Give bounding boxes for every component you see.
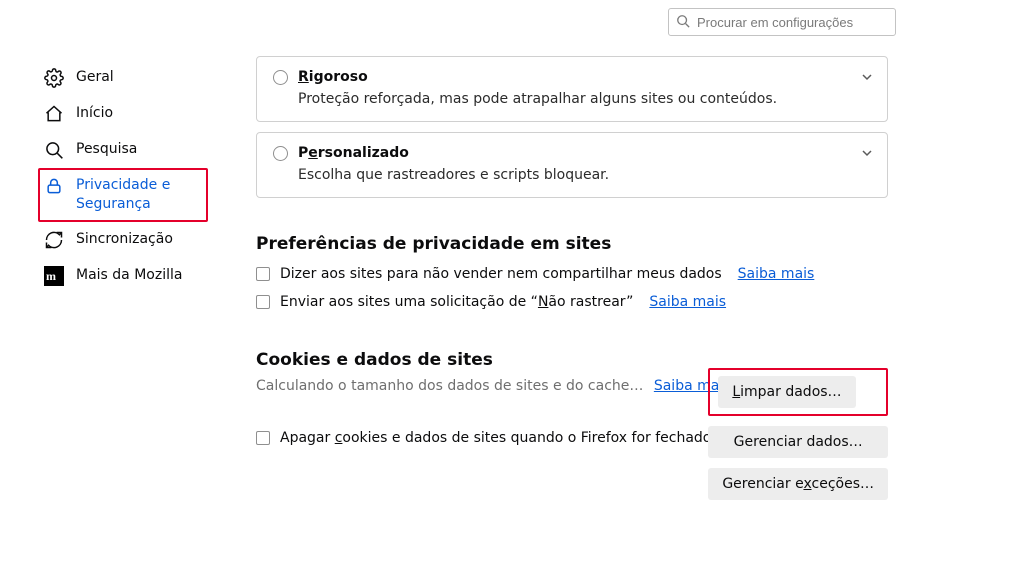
home-icon	[44, 104, 64, 124]
sidebar-item-label: Início	[76, 104, 113, 123]
search-icon	[676, 14, 690, 28]
radio-icon[interactable]	[273, 70, 288, 85]
sidebar-item-home[interactable]: Início	[38, 96, 208, 132]
mozilla-icon: m	[44, 266, 64, 286]
gear-icon	[44, 68, 64, 88]
checkbox[interactable]	[256, 267, 270, 281]
do-not-sell-row: Dizer aos sites para não vender nem comp…	[256, 266, 888, 282]
manage-data-button[interactable]: Gerenciar dados…	[708, 426, 888, 458]
svg-text:m: m	[46, 269, 56, 283]
lock-icon	[44, 176, 64, 196]
do-not-track-row: Enviar aos sites uma solicitação de “Não…	[256, 294, 888, 310]
checkbox-label: Enviar aos sites uma solicitação de “Não…	[280, 294, 633, 310]
section-heading: Cookies e dados de sites	[256, 350, 888, 370]
clear-data-highlight: Limpar dados…	[708, 368, 888, 416]
search-icon	[44, 140, 64, 160]
sidebar-item-search[interactable]: Pesquisa	[38, 132, 208, 168]
manage-exceptions-button[interactable]: Gerenciar exceções…	[708, 468, 888, 500]
sidebar-item-privacy[interactable]: Privacidade e Segurança	[38, 168, 208, 222]
sidebar-item-label: Mais da Mozilla	[76, 266, 182, 285]
cookies-section: Cookies e dados de sites Calculando o ta…	[256, 350, 888, 446]
option-description: Escolha que rastreadores e scripts bloqu…	[298, 167, 871, 183]
checkbox[interactable]	[256, 295, 270, 309]
sidebar-item-label: Sincronização	[76, 230, 173, 249]
sidebar-item-label: Privacidade e Segurança	[76, 176, 202, 214]
sidebar-item-label: Geral	[76, 68, 114, 87]
sync-icon	[44, 230, 64, 250]
checkbox-label: Dizer aos sites para não vender nem comp…	[280, 266, 722, 282]
radio-icon[interactable]	[273, 146, 288, 161]
search-input[interactable]	[668, 8, 896, 36]
option-title: Rigoroso	[298, 69, 368, 85]
checkbox-label: Apagar cookies e dados de sites quando o…	[280, 430, 711, 446]
sidebar-item-more-mozilla[interactable]: m Mais da Mozilla	[38, 258, 208, 294]
learn-more-link[interactable]: Saiba mais	[738, 266, 815, 282]
tracking-option-custom[interactable]: Personalizado Escolha que rastreadores e…	[256, 132, 888, 198]
learn-more-link[interactable]: Saiba mais	[649, 294, 726, 310]
settings-content: Rigoroso Proteção reforçada, mas pode at…	[256, 56, 888, 458]
section-heading: Preferências de privacidade em sites	[256, 234, 888, 254]
option-description: Proteção reforçada, mas pode atrapalhar …	[298, 91, 871, 107]
sidebar-item-general[interactable]: Geral	[38, 60, 208, 96]
chevron-down-icon	[861, 71, 873, 83]
checkbox[interactable]	[256, 431, 270, 445]
sidebar-item-sync[interactable]: Sincronização	[38, 222, 208, 258]
clear-data-button[interactable]: Limpar dados…	[718, 376, 855, 408]
privacy-preferences-section: Preferências de privacidade em sites Diz…	[256, 234, 888, 310]
option-title: Personalizado	[298, 145, 409, 161]
settings-sidebar: Geral Início Pesquisa Privacidade e Segu…	[38, 60, 208, 294]
sidebar-item-label: Pesquisa	[76, 140, 137, 159]
chevron-down-icon	[861, 147, 873, 159]
tracking-option-strict[interactable]: Rigoroso Proteção reforçada, mas pode at…	[256, 56, 888, 122]
